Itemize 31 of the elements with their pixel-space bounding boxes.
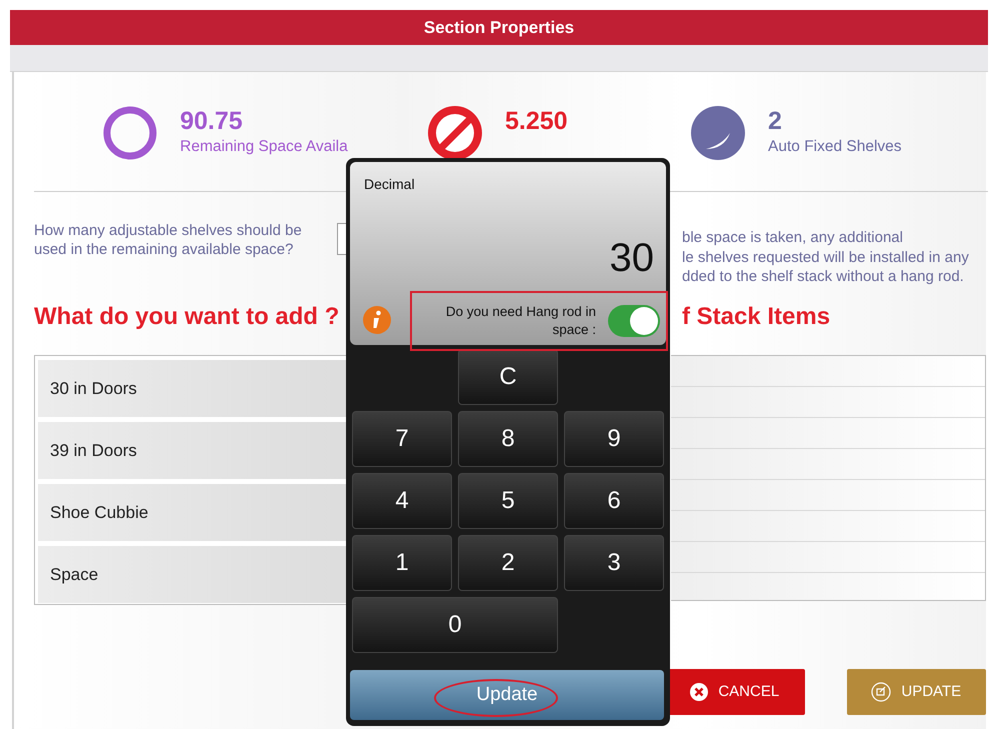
- question-text: How many adjustable shelves should be used in the remaining available space?: [34, 221, 303, 260]
- note-text: dded to the shelf stack without a hang rod.: [682, 267, 965, 286]
- update-button[interactable]: Update: [350, 670, 664, 720]
- stat-value: 5.250: [505, 108, 568, 136]
- key-button[interactable]: 3: [564, 535, 664, 591]
- info-icon[interactable]: [362, 305, 392, 335]
- close-icon: [690, 683, 708, 701]
- mode-label: Decimal: [364, 175, 415, 194]
- key-button[interactable]: C: [458, 349, 558, 405]
- section-heading: What do you want to add ?: [34, 302, 340, 332]
- stat-label: Auto Fixed Shelves: [768, 137, 902, 158]
- key-button[interactable]: 8: [458, 411, 558, 467]
- toggle-label: Do you need Hang rod in space :: [444, 303, 596, 339]
- stat-value: 90.75: [180, 108, 244, 136]
- note-text: le shelves requested will be installed in any: [682, 248, 969, 267]
- note-text: ble space is taken, any additional: [682, 228, 904, 248]
- display-value: 30: [610, 235, 654, 282]
- section-heading: f Stack Items: [682, 302, 830, 332]
- key-button[interactable]: 1: [352, 535, 452, 591]
- window-title: Section Properties: [424, 16, 574, 39]
- key-button[interactable]: 2: [458, 535, 558, 591]
- key-button[interactable]: 9: [564, 411, 664, 467]
- key-button[interactable]: 4: [352, 473, 452, 529]
- key-button[interactable]: 5: [458, 473, 558, 529]
- key-button[interactable]: 7: [352, 411, 452, 467]
- edit-icon: [871, 682, 892, 702]
- stat-value: 2: [768, 108, 783, 136]
- stat-label: Remaining Space Availa: [180, 137, 348, 158]
- toggle-switch[interactable]: [608, 305, 660, 337]
- key-button[interactable]: 0: [352, 597, 558, 653]
- key-button[interactable]: 6: [564, 473, 664, 529]
